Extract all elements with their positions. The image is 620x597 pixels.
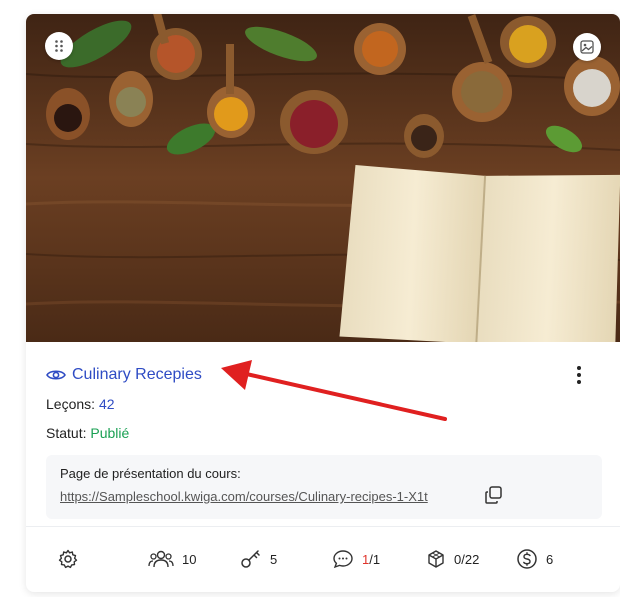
card-divider <box>26 526 620 527</box>
course-title-link[interactable]: Culinary Recepies <box>46 364 202 386</box>
payments-stat[interactable]: 6 <box>516 548 553 570</box>
copy-link-button[interactable] <box>483 484 505 506</box>
drag-handle-button[interactable] <box>45 32 73 60</box>
payments-count: 6 <box>546 551 554 567</box>
keys-stat[interactable]: 5 <box>240 548 277 570</box>
key-icon <box>240 549 262 569</box>
lessons-count: 42 <box>98 396 115 412</box>
change-image-button[interactable] <box>573 33 601 61</box>
keys-count: 5 <box>270 551 278 567</box>
status-badge: Publié <box>90 425 130 441</box>
copy-icon <box>483 486 505 510</box>
students-count: 10 <box>182 551 197 567</box>
chat-bubble-icon <box>332 549 354 569</box>
presentation-page-label: Page de présentation du cours: <box>60 466 241 481</box>
course-settings-button[interactable] <box>58 548 78 570</box>
presentation-page-box: Page de présentation du cours: https://S… <box>46 455 602 519</box>
course-card: Culinary Recepies Leçons: 42 Statut: Pub… <box>26 14 620 592</box>
comments-stat[interactable]: 1/1 <box>332 548 380 570</box>
course-title: Culinary Recepies <box>72 366 202 383</box>
tests-stat[interactable]: 0/22 <box>426 548 479 570</box>
status-label: Statut: <box>46 425 87 441</box>
users-icon <box>148 549 174 569</box>
course-cover-image <box>26 14 620 342</box>
more-options-button[interactable] <box>569 364 589 386</box>
lessons-label: Leçons: <box>46 396 96 412</box>
tests-count: 0/22 <box>454 551 480 567</box>
lessons-row: Leçons: 42 <box>46 396 115 412</box>
kebab-menu-icon <box>577 366 581 370</box>
presentation-page-link[interactable]: https://Sampleschool.kwiga.com/courses/C… <box>60 489 450 504</box>
status-row: Statut: Publié <box>46 425 129 441</box>
drag-dots-icon <box>54 39 64 53</box>
comments-total-count: /1 <box>369 551 381 567</box>
dollar-circle-icon <box>516 548 538 570</box>
gear-icon <box>58 549 78 569</box>
cube-icon <box>426 549 446 569</box>
students-stat[interactable]: 10 <box>148 548 196 570</box>
eye-icon <box>46 368 66 382</box>
image-icon <box>580 40 594 54</box>
